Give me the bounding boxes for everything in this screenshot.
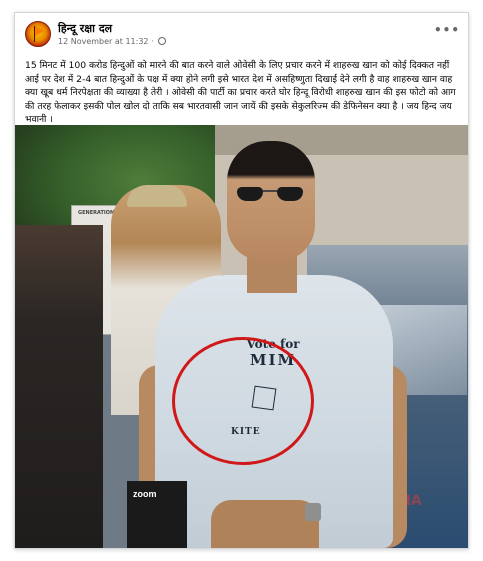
- globe-icon: [158, 37, 167, 45]
- saffron-flag-icon: [35, 26, 44, 36]
- microphone: zoom: [127, 481, 187, 548]
- post-header: हिन्दू रक्षा दल 12 November at 11:32 · •…: [25, 21, 460, 55]
- page-avatar[interactable]: [25, 21, 51, 47]
- right-lens: [277, 187, 303, 201]
- post-timestamp[interactable]: 12 November at 11:32: [58, 37, 149, 46]
- hands: [211, 500, 319, 548]
- more-options-icon[interactable]: •••: [434, 24, 460, 36]
- left-lens: [237, 187, 263, 201]
- head: [227, 141, 315, 261]
- sunglasses-icon: [237, 187, 305, 203]
- post-text: 15 मिनट में 100 करोड हिन्दुओं को मारने क…: [25, 60, 456, 126]
- cap: [127, 185, 187, 207]
- glasses-bridge: [263, 190, 277, 192]
- mic-label: zoom: [133, 489, 157, 499]
- post-meta: 12 November at 11:32 ·: [58, 37, 167, 46]
- facebook-post-card: हिन्दू रक्षा दल 12 November at 11:32 · •…: [14, 12, 469, 549]
- wristwatch-icon: [305, 503, 321, 521]
- person-left: [15, 225, 103, 548]
- post-photo[interactable]: GENERATION VAN TALHA TALHA Vote for MIM …: [15, 125, 468, 548]
- page-name-link[interactable]: हिन्दू रक्षा दल: [58, 21, 112, 36]
- highlight-circle: [172, 337, 314, 465]
